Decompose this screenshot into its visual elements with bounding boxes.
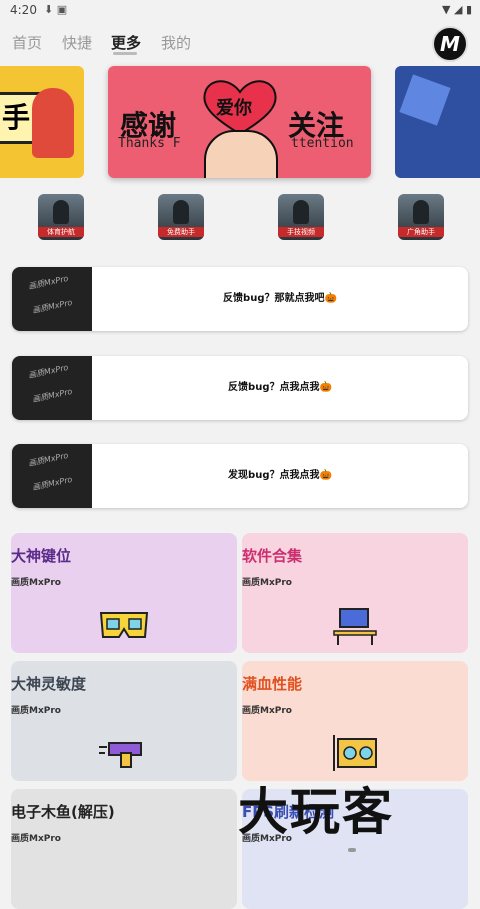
cartoon-girl-icon — [204, 130, 278, 178]
game-icon-label: 体育护航 — [38, 227, 84, 237]
thumb-text: 画质MxPro — [27, 362, 70, 381]
soldier-icon — [413, 200, 429, 224]
tile-title: 电子木鱼(解压) — [11, 803, 115, 821]
notification-icons: ⬇ ▣ — [44, 3, 68, 16]
tile-title: 大神键位 — [11, 547, 72, 565]
banner-prev[interactable]: 手 — [0, 66, 84, 178]
cartoon-figure-icon — [32, 88, 74, 158]
game-icon-2[interactable]: 免费助手 — [158, 194, 204, 240]
card-thumbnail: 画质MxPro 画质MxPro — [12, 444, 92, 508]
tab-more[interactable]: 更多 — [111, 32, 141, 53]
card-text: 发现bug？点我点我🎃 — [228, 470, 332, 481]
thumb-text: 画质MxPro — [31, 297, 74, 316]
tab-home[interactable]: 首页 — [12, 32, 42, 53]
tile-subtitle: 画质MxPro — [11, 578, 61, 588]
tile-title: 软件合集 — [242, 547, 303, 565]
tile-software-collection[interactable]: 软件合集 画质MxPro — [242, 533, 468, 653]
graphics-card-icon — [333, 735, 377, 771]
game-icon-4[interactable]: 广角助手 — [398, 194, 444, 240]
game-icon-3[interactable]: 手技视频 — [278, 194, 324, 240]
tile-title: 大神灵敏度 — [11, 675, 87, 693]
thumb-text: 画质MxPro — [31, 386, 74, 405]
tab-mine[interactable]: 我的 — [161, 32, 191, 53]
card-text: 反馈bug？点我点我🎃 — [228, 382, 332, 393]
tile-performance[interactable]: 满血性能 画质MxPro — [242, 661, 468, 781]
card-text: 反馈bug？那就点我吧🎃 — [223, 293, 337, 304]
card-thumbnail: 画质MxPro 画质MxPro — [12, 356, 92, 420]
vr-glasses-icon — [99, 612, 149, 638]
thumb-text: 画质MxPro — [31, 474, 74, 493]
active-tab-indicator — [113, 52, 137, 55]
soldier-icon — [173, 200, 189, 224]
app-logo-icon[interactable]: M — [432, 26, 468, 62]
blaster-gun-icon — [99, 742, 142, 768]
tile-wooden-fish[interactable]: 电子木鱼(解压) 画质MxPro — [11, 789, 237, 909]
feedback-card-1[interactable]: 画质MxPro 画质MxPro 反馈bug？那就点我吧🎃 — [12, 267, 468, 331]
banner-sub-left: Thanks F — [118, 136, 181, 151]
tab-shortcuts[interactable]: 快捷 — [62, 32, 92, 53]
game-icon-1[interactable]: 体育护航 — [38, 194, 84, 240]
banner-sub-right: ttention — [291, 136, 354, 151]
banner-next[interactable] — [395, 66, 480, 178]
tile-subtitle: 画质MxPro — [11, 706, 61, 716]
tile-title: 满血性能 — [242, 675, 303, 693]
card-thumbnail: 画质MxPro 画质MxPro — [12, 267, 92, 331]
tile-subtitle: 画质MxPro — [11, 834, 61, 844]
soldier-icon — [53, 200, 69, 224]
tile-key-mapping[interactable]: 大神键位 画质MxPro — [11, 533, 237, 653]
game-icon-label: 手技视频 — [278, 227, 324, 237]
status-time: 4:20 — [10, 3, 37, 17]
feedback-card-3[interactable]: 画质MxPro 画质MxPro 发现bug？点我点我🎃 — [12, 444, 468, 508]
thumb-text: 画质MxPro — [27, 273, 70, 292]
thumb-text: 画质MxPro — [27, 450, 70, 469]
game-icon-label: 免费助手 — [158, 227, 204, 237]
status-bar: 4:20 ⬇ ▣ ▼ ◢ ▮ — [0, 0, 480, 20]
system-status-icons: ▼ ◢ ▮ — [442, 3, 472, 16]
tile-subtitle: 画质MxPro — [242, 578, 292, 588]
top-tab-bar: 首页 快捷 更多 我的 — [0, 22, 480, 62]
tile-sensitivity[interactable]: 大神灵敏度 画质MxPro — [11, 661, 237, 781]
feedback-card-2[interactable]: 画质MxPro 画质MxPro 反馈bug？点我点我🎃 — [12, 356, 468, 420]
game-icon-label: 广角助手 — [398, 227, 444, 237]
watermark-text: 大玩客 — [238, 783, 394, 841]
tile-subtitle: 画质MxPro — [242, 706, 292, 716]
banner-main[interactable]: 感谢 关注 爱你 Thanks F ttention — [108, 66, 371, 178]
soldier-icon — [293, 200, 309, 224]
scroll-indicator — [348, 848, 356, 852]
desk-computer-icon — [333, 608, 377, 645]
heart-text: 爱你 — [216, 98, 252, 119]
cube-icon — [399, 74, 451, 126]
